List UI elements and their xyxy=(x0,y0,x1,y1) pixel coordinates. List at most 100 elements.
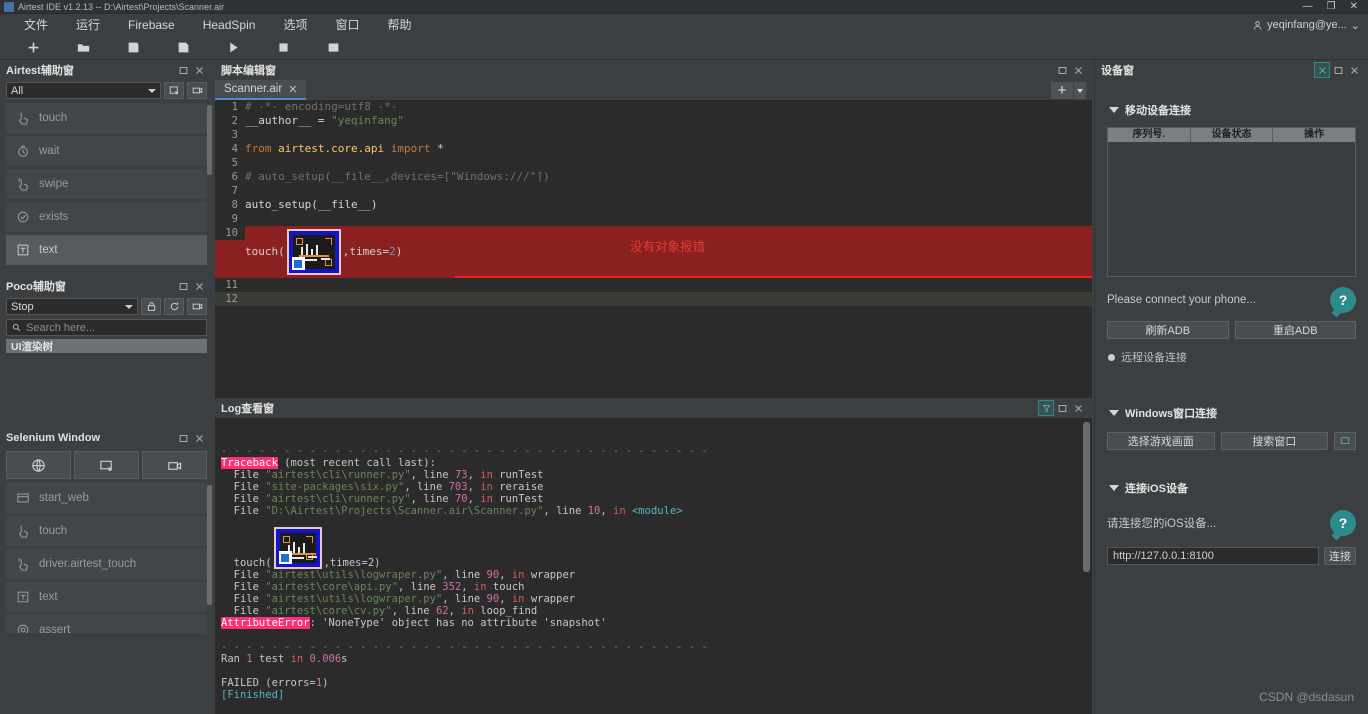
code-line[interactable]: 8 auto_setup(__file__) xyxy=(215,198,1092,212)
menu-item-window[interactable]: 窗口 xyxy=(321,14,373,36)
airtest-filter-select[interactable]: All xyxy=(6,82,161,99)
poco-refresh-button[interactable] xyxy=(164,298,184,315)
selenium-action-airtest-touch[interactable]: driver.airtest_touch xyxy=(6,549,207,579)
code-line[interactable]: 11 xyxy=(215,278,1092,292)
log-token: runTest xyxy=(492,469,544,481)
menu-item-help[interactable]: 帮助 xyxy=(373,14,425,36)
template-image-thumbnail[interactable] xyxy=(273,527,322,569)
poco-ui-tree-row[interactable]: UI渲染树 xyxy=(6,339,207,353)
selenium-record-button[interactable] xyxy=(142,451,207,479)
log-scrollbar[interactable] xyxy=(1083,422,1090,572)
close-icon[interactable] xyxy=(191,430,207,446)
save-as-button[interactable] xyxy=(158,36,208,60)
code-line[interactable]: 9 xyxy=(215,212,1092,226)
selenium-open-browser-button[interactable] xyxy=(6,451,71,479)
poco-search-placeholder: Search here... xyxy=(26,321,96,334)
ios-section-header[interactable]: 连接iOS设备 xyxy=(1095,480,1368,496)
log-output[interactable]: - - - - - - - - - - - - - - - - - - - - … xyxy=(215,418,1092,714)
float-icon[interactable] xyxy=(1054,400,1070,416)
thumbnail-mark xyxy=(305,244,308,255)
airtest-action-exists[interactable]: exists xyxy=(6,202,207,232)
menu-item-file[interactable]: 文件 xyxy=(10,14,62,36)
close-icon[interactable] xyxy=(1070,62,1086,78)
maximize-button[interactable]: ❐ xyxy=(1327,1,1336,12)
template-image-thumbnail[interactable] xyxy=(286,229,341,275)
log-lines: - - - - - - - - - - - - - - - - - - - - … xyxy=(221,445,1086,714)
minimize-button[interactable]: — xyxy=(1303,1,1313,12)
menu-item-firebase[interactable]: Firebase xyxy=(114,14,189,36)
airtest-record-button[interactable] xyxy=(187,82,207,99)
log-token: touch( xyxy=(221,557,272,569)
selenium-action-start-web[interactable]: start_web xyxy=(6,483,207,513)
console-icon xyxy=(328,43,338,52)
menu-item-headspin[interactable]: HeadSpin xyxy=(189,14,270,36)
selenium-action-assert[interactable]: assert xyxy=(6,615,207,633)
log-token: "airtest\utils\logwraper.py" xyxy=(265,593,443,605)
windows-section-header[interactable]: Windows窗口连接 xyxy=(1095,405,1368,421)
menu-item-options[interactable]: 选项 xyxy=(269,14,321,36)
thumbnail-mark xyxy=(302,543,305,553)
stop-button[interactable] xyxy=(258,36,308,60)
code-line[interactable]: 2 __author__ = "yeqinfang" xyxy=(215,114,1092,128)
help-button-ios[interactable]: ? xyxy=(1330,510,1356,536)
airtest-action-text[interactable]: text xyxy=(6,235,207,265)
code-line[interactable]: 5 xyxy=(215,156,1092,170)
code-line[interactable]: 12 xyxy=(215,292,1092,306)
menu-item-run[interactable]: 运行 xyxy=(62,14,114,36)
close-icon[interactable] xyxy=(191,278,207,294)
selenium-screen-button[interactable] xyxy=(74,451,139,479)
add-tab-button[interactable]: + xyxy=(1051,82,1073,99)
log-filter-icon[interactable] xyxy=(1038,400,1054,416)
action-label: text xyxy=(39,591,58,603)
poco-search-input[interactable]: Search here... xyxy=(6,319,207,336)
search-window-button[interactable]: 搜索窗口 xyxy=(1220,432,1328,450)
new-file-button[interactable] xyxy=(8,36,58,60)
save-button[interactable] xyxy=(108,36,158,60)
code-line[interactable]: 1 # -*- encoding=utf8 -*- xyxy=(215,100,1092,114)
window-extra-button[interactable] xyxy=(1334,432,1356,450)
code-line[interactable]: 7 xyxy=(215,184,1092,198)
poco-mode-select[interactable]: Stop xyxy=(6,298,138,315)
console-button[interactable] xyxy=(308,36,358,60)
log-token: 352 xyxy=(442,581,462,593)
airtest-snapshot-button[interactable] xyxy=(164,82,184,99)
selenium-list-scrollbar[interactable] xyxy=(207,485,212,605)
user-account-menu[interactable]: yeqinfang@ye... ⌄ xyxy=(1252,14,1360,36)
refresh-adb-button[interactable]: 刷新ADB xyxy=(1107,321,1229,339)
selenium-action-touch[interactable]: touch xyxy=(6,516,207,546)
float-icon[interactable] xyxy=(1054,62,1070,78)
remote-device-radio[interactable] xyxy=(1108,353,1115,361)
device-tool-icon[interactable] xyxy=(1314,62,1330,78)
ios-connect-button[interactable]: 连接 xyxy=(1324,547,1356,565)
airtest-list-scrollbar[interactable] xyxy=(207,105,212,175)
mobile-section-header[interactable]: 移动设备连接 xyxy=(1095,102,1368,118)
tab-close-icon[interactable]: ✕ xyxy=(288,83,297,96)
float-icon[interactable] xyxy=(175,278,191,294)
airtest-action-swipe[interactable]: swipe xyxy=(6,169,207,199)
editor-tab-scanner[interactable]: Scanner.air ✕ xyxy=(215,80,307,100)
close-icon[interactable] xyxy=(1346,62,1362,78)
poco-lock-button[interactable] xyxy=(141,298,161,315)
airtest-action-touch[interactable]: touch xyxy=(6,103,207,133)
code-line[interactable]: 6 # auto_setup(__file__,devices=["Windows… xyxy=(215,170,1092,184)
airtest-action-wait[interactable]: wait xyxy=(6,136,207,166)
float-icon[interactable] xyxy=(175,62,191,78)
selenium-action-text[interactable]: text xyxy=(6,582,207,612)
select-game-screen-button[interactable]: 选择游戏画面 xyxy=(1107,432,1215,450)
close-icon[interactable] xyxy=(191,62,207,78)
target-icon xyxy=(17,624,29,633)
help-button-android[interactable]: ? xyxy=(1330,287,1356,313)
close-button[interactable]: ✕ xyxy=(1350,1,1358,12)
ios-url-input[interactable]: http://127.0.0.1:8100 xyxy=(1107,547,1319,565)
code-line[interactable]: 3 xyxy=(215,128,1092,142)
close-icon[interactable] xyxy=(1070,400,1086,416)
float-icon[interactable] xyxy=(175,430,191,446)
open-file-button[interactable] xyxy=(58,36,108,60)
code-line[interactable]: 4 from airtest.core.api import * xyxy=(215,142,1092,156)
float-icon[interactable] xyxy=(1330,62,1346,78)
poco-record-button[interactable] xyxy=(187,298,207,315)
code-editor[interactable]: 1 # -*- encoding=utf8 -*- 2 __author__ = "y… xyxy=(215,100,1092,398)
tab-dropdown-button[interactable] xyxy=(1074,82,1086,99)
restart-adb-button[interactable]: 重启ADB xyxy=(1234,321,1356,339)
run-button[interactable] xyxy=(208,36,258,60)
